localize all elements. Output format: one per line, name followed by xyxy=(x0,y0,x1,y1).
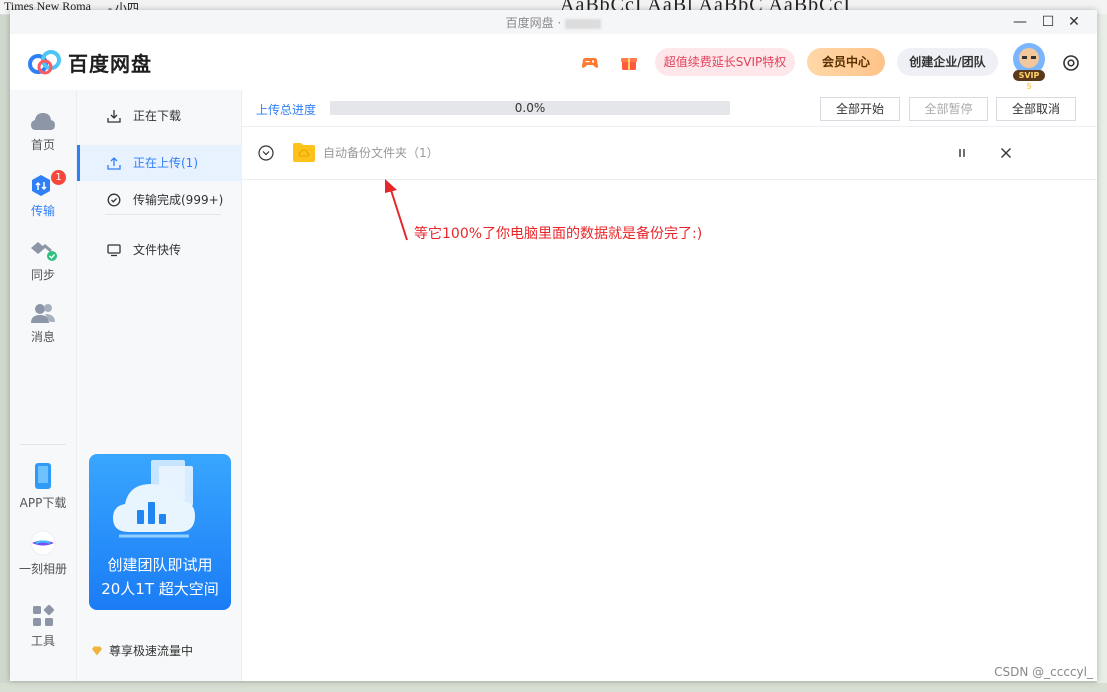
subnav-item-downloading[interactable]: 正在下载 xyxy=(77,98,241,134)
create-team-promo-card[interactable]: 创建团队即试用 20人1T 超大空间 xyxy=(89,454,231,610)
minimize-button[interactable]: — xyxy=(1008,12,1032,32)
app-name: 百度网盘 xyxy=(68,51,152,76)
subnav-item-quick-transfer[interactable]: 文件快传 xyxy=(77,232,241,268)
window-title: 百度网盘 · xyxy=(10,14,1097,31)
nav-item-sync[interactable]: 同步 xyxy=(10,238,76,283)
create-team-button[interactable]: 创建企业/团队 xyxy=(897,48,998,76)
app-logo: 百度网盘 xyxy=(28,48,152,76)
upload-task-name: 自动备份文件夹（1） xyxy=(323,146,439,160)
subnav-item-completed[interactable]: 传输完成(999+) xyxy=(77,182,241,218)
nav-divider xyxy=(20,444,66,445)
upload-icon xyxy=(107,157,121,170)
upload-task-row[interactable]: 自动备份文件夹（1） xyxy=(242,127,1097,180)
upload-progress-toolbar: 上传总进度 0.0% 全部开始 全部暂停 全部取消 xyxy=(242,90,1097,127)
subnav-divider xyxy=(105,214,221,215)
nav-sync-label: 同步 xyxy=(30,268,55,282)
pause-all-button[interactable]: 全部暂停 xyxy=(909,97,988,121)
check-circle-icon xyxy=(107,193,121,207)
upload-progress-label: 上传总进度 xyxy=(256,103,317,117)
app-window: 百度网盘 · — ☐ ✕ 百度网盘 超值续费延长SVIP特权 会员中心 创建企业… xyxy=(10,10,1097,681)
nav-item-tools[interactable]: 工具 xyxy=(10,604,76,649)
settings-icon[interactable] xyxy=(1062,54,1080,72)
svip-level-badge: SVIP 5 xyxy=(1018,71,1040,91)
svip-renew-promo-button[interactable]: 超值续费延长SVIP特权 xyxy=(655,48,795,76)
left-nav: 首页 1 传输 同步 消息 APP下载 一刻相册 工具 xyxy=(10,90,77,681)
nav-item-home[interactable]: 首页 xyxy=(10,110,76,153)
baidu-netdisk-logo-icon xyxy=(28,50,61,75)
message-icon xyxy=(31,304,55,323)
nav-transfer-label: 传输 xyxy=(30,204,55,218)
watermark: CSDN @_ccccyl_ xyxy=(994,665,1093,679)
background-document-edge xyxy=(1097,14,1107,692)
subnav-quick-transfer-label: 文件快传 xyxy=(133,243,182,257)
speed-status: 尊享极速流量中 xyxy=(91,642,193,659)
upload-progress-percent: 0.0% xyxy=(514,101,546,115)
chevron-down-circle-icon[interactable] xyxy=(258,145,274,161)
nav-item-app-download[interactable]: APP下载 xyxy=(10,462,76,511)
speed-status-label: 尊享极速流量中 xyxy=(109,644,194,658)
nav-message-label: 消息 xyxy=(30,330,55,344)
cloud-icon xyxy=(31,113,55,130)
download-icon xyxy=(107,110,121,123)
annotation-text: 等它100%了你电脑里面的数据就是备份完了:) xyxy=(414,226,703,242)
promo-card-line1: 创建团队即试用 xyxy=(107,556,213,574)
transfer-subnav: 正在下载 正在上传(1) 传输完成(999+) 文件快传 创建团队即试用 20人… xyxy=(77,90,244,681)
pause-icon[interactable] xyxy=(954,145,970,161)
subnav-uploading-label: 正在上传(1) xyxy=(133,156,198,170)
diamond-icon xyxy=(92,646,102,655)
subnav-item-uploading[interactable]: 正在上传(1) xyxy=(77,145,244,181)
background-document-bottom xyxy=(0,683,1107,692)
cloud-chart-illustration-icon xyxy=(113,460,195,538)
transfer-badge: 1 xyxy=(51,170,66,185)
monitor-icon xyxy=(107,244,121,257)
title-bar: 百度网盘 · — ☐ ✕ xyxy=(10,10,1097,34)
nav-item-message[interactable]: 消息 xyxy=(10,302,76,345)
nav-album-label: 一刻相册 xyxy=(18,562,67,576)
user-avatar[interactable]: SVIP 5 xyxy=(1010,42,1048,91)
backup-folder-icon xyxy=(293,143,315,162)
promo-card-line2: 20人1T 超大空间 xyxy=(101,580,219,598)
cancel-all-button[interactable]: 全部取消 xyxy=(996,97,1076,121)
phone-icon xyxy=(35,463,51,489)
nav-item-transfer[interactable]: 1 传输 xyxy=(10,170,76,219)
nav-app-download-label: APP下载 xyxy=(19,496,67,510)
upload-panel: 上传总进度 0.0% 全部开始 全部暂停 全部取消 自动备份文件夹（1） 等它1… xyxy=(242,90,1097,681)
maximize-button[interactable]: ☐ xyxy=(1036,12,1060,32)
app-header: 百度网盘 超值续费延长SVIP特权 会员中心 创建企业/团队 SVIP 5 xyxy=(10,34,1097,91)
member-center-button[interactable]: 会员中心 xyxy=(807,48,885,76)
nav-tools-label: 工具 xyxy=(30,634,55,648)
nav-item-album[interactable]: 一刻相册 xyxy=(10,530,76,577)
subnav-completed-label: 传输完成(999+) xyxy=(133,193,224,207)
start-all-button[interactable]: 全部开始 xyxy=(820,97,900,121)
nav-home-label: 首页 xyxy=(30,138,55,152)
tools-icon xyxy=(33,604,55,626)
sync-icon xyxy=(31,242,57,261)
game-icon[interactable] xyxy=(580,53,600,73)
album-icon xyxy=(30,530,56,556)
gift-icon[interactable] xyxy=(619,53,639,73)
subnav-downloading-label: 正在下载 xyxy=(133,109,182,123)
upload-progress-track: 0.0% xyxy=(330,101,730,115)
close-icon[interactable] xyxy=(998,145,1014,161)
close-window-button[interactable]: ✕ xyxy=(1062,12,1086,32)
